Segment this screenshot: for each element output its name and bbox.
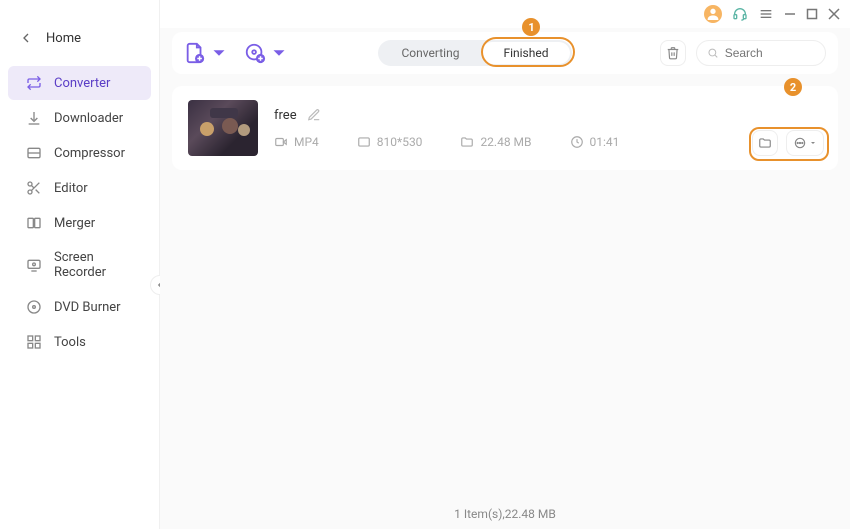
disc-plus-icon (244, 42, 266, 64)
close-button[interactable] (828, 8, 840, 20)
meta-resolution-value: 810*530 (377, 135, 423, 149)
sidebar-item-label: Compressor (54, 146, 125, 161)
chevron-down-icon (208, 42, 230, 64)
meta-duration: 01:41 (570, 135, 620, 149)
minimize-button[interactable] (784, 8, 796, 20)
converter-icon (26, 75, 42, 91)
meta-resolution: 810*530 (357, 135, 423, 149)
chevron-down-icon (809, 139, 817, 147)
search-box[interactable] (696, 40, 826, 66)
delete-button[interactable] (660, 40, 686, 66)
file-title: free (274, 108, 297, 123)
sidebar-item-tools[interactable]: Tools (8, 325, 151, 359)
file-row: free MP4 810*530 22.48 MB (172, 86, 838, 170)
sidebar-item-screen-recorder[interactable]: Screen Recorder (8, 241, 151, 289)
more-actions-button[interactable] (786, 130, 824, 156)
headset-icon[interactable] (732, 6, 748, 22)
add-file-button[interactable] (184, 42, 230, 64)
sidebar-item-label: Tools (54, 335, 86, 350)
sidebar-list: Converter Downloader Compressor Editor M… (0, 66, 159, 359)
scissors-icon (26, 180, 42, 196)
sidebar-item-label: Downloader (54, 111, 123, 126)
video-icon (274, 135, 288, 149)
more-icon (793, 136, 807, 150)
file-plus-icon (184, 42, 206, 64)
sidebar-item-label: Screen Recorder (54, 250, 133, 280)
search-icon (707, 46, 719, 60)
meta-format-value: MP4 (294, 135, 319, 149)
rename-button[interactable] (307, 108, 321, 122)
meta-format: MP4 (274, 135, 319, 149)
sidebar-item-converter[interactable]: Converter (8, 66, 151, 100)
folder-icon (460, 135, 474, 149)
grid-icon (26, 334, 42, 350)
file-thumbnail[interactable] (188, 100, 258, 156)
sidebar-item-dvd-burner[interactable]: DVD Burner (8, 290, 151, 324)
clock-icon (570, 135, 584, 149)
sidebar-item-label: Merger (54, 216, 95, 231)
seg-finished[interactable]: Finished (481, 42, 570, 64)
sidebar-home[interactable]: Home (0, 20, 159, 56)
merger-icon (26, 215, 42, 231)
sidebar-item-label: Converter (54, 76, 110, 91)
sidebar-item-downloader[interactable]: Downloader (8, 101, 151, 135)
status-segmented-control: Converting Finished 1 (378, 40, 573, 66)
file-actions (752, 130, 824, 156)
disc-icon (26, 299, 42, 315)
status-summary: 1 Item(s),22.48 MB (454, 507, 556, 521)
meta-row: MP4 810*530 22.48 MB 01:41 (274, 135, 822, 149)
toolbar-right (660, 40, 826, 66)
main-panel: Converting Finished 1 free (160, 28, 850, 529)
edit-icon (307, 108, 321, 122)
search-input[interactable] (725, 46, 815, 60)
meta-duration-value: 01:41 (590, 135, 620, 149)
sidebar: Home Converter Downloader Compressor Edi… (0, 0, 160, 529)
toolbar: Converting Finished 1 (172, 32, 838, 74)
callout-badge-2: 2 (784, 78, 802, 96)
sidebar-home-label: Home (46, 31, 81, 46)
user-avatar-icon[interactable] (704, 5, 722, 23)
trash-icon (666, 46, 680, 60)
add-disc-button[interactable] (244, 42, 290, 64)
sidebar-item-label: Editor (54, 181, 88, 196)
open-folder-button[interactable] (752, 130, 778, 156)
maximize-button[interactable] (806, 8, 818, 20)
sidebar-item-label: DVD Burner (54, 300, 121, 315)
meta-size: 22.48 MB (460, 135, 531, 149)
download-icon (26, 110, 42, 126)
recorder-icon (26, 257, 42, 273)
compressor-icon (26, 145, 42, 161)
status-bar: 1 Item(s),22.48 MB (172, 499, 838, 529)
meta-size-value: 22.48 MB (480, 135, 531, 149)
chevron-down-icon (268, 42, 290, 64)
seg-converting[interactable]: Converting (380, 42, 482, 64)
folder-open-icon (758, 136, 772, 150)
sidebar-item-merger[interactable]: Merger (8, 206, 151, 240)
sidebar-item-compressor[interactable]: Compressor (8, 136, 151, 170)
hamburger-menu-icon[interactable] (758, 6, 774, 22)
file-info: free MP4 810*530 22.48 MB (274, 108, 822, 149)
resolution-icon (357, 135, 371, 149)
sidebar-item-editor[interactable]: Editor (8, 171, 151, 205)
